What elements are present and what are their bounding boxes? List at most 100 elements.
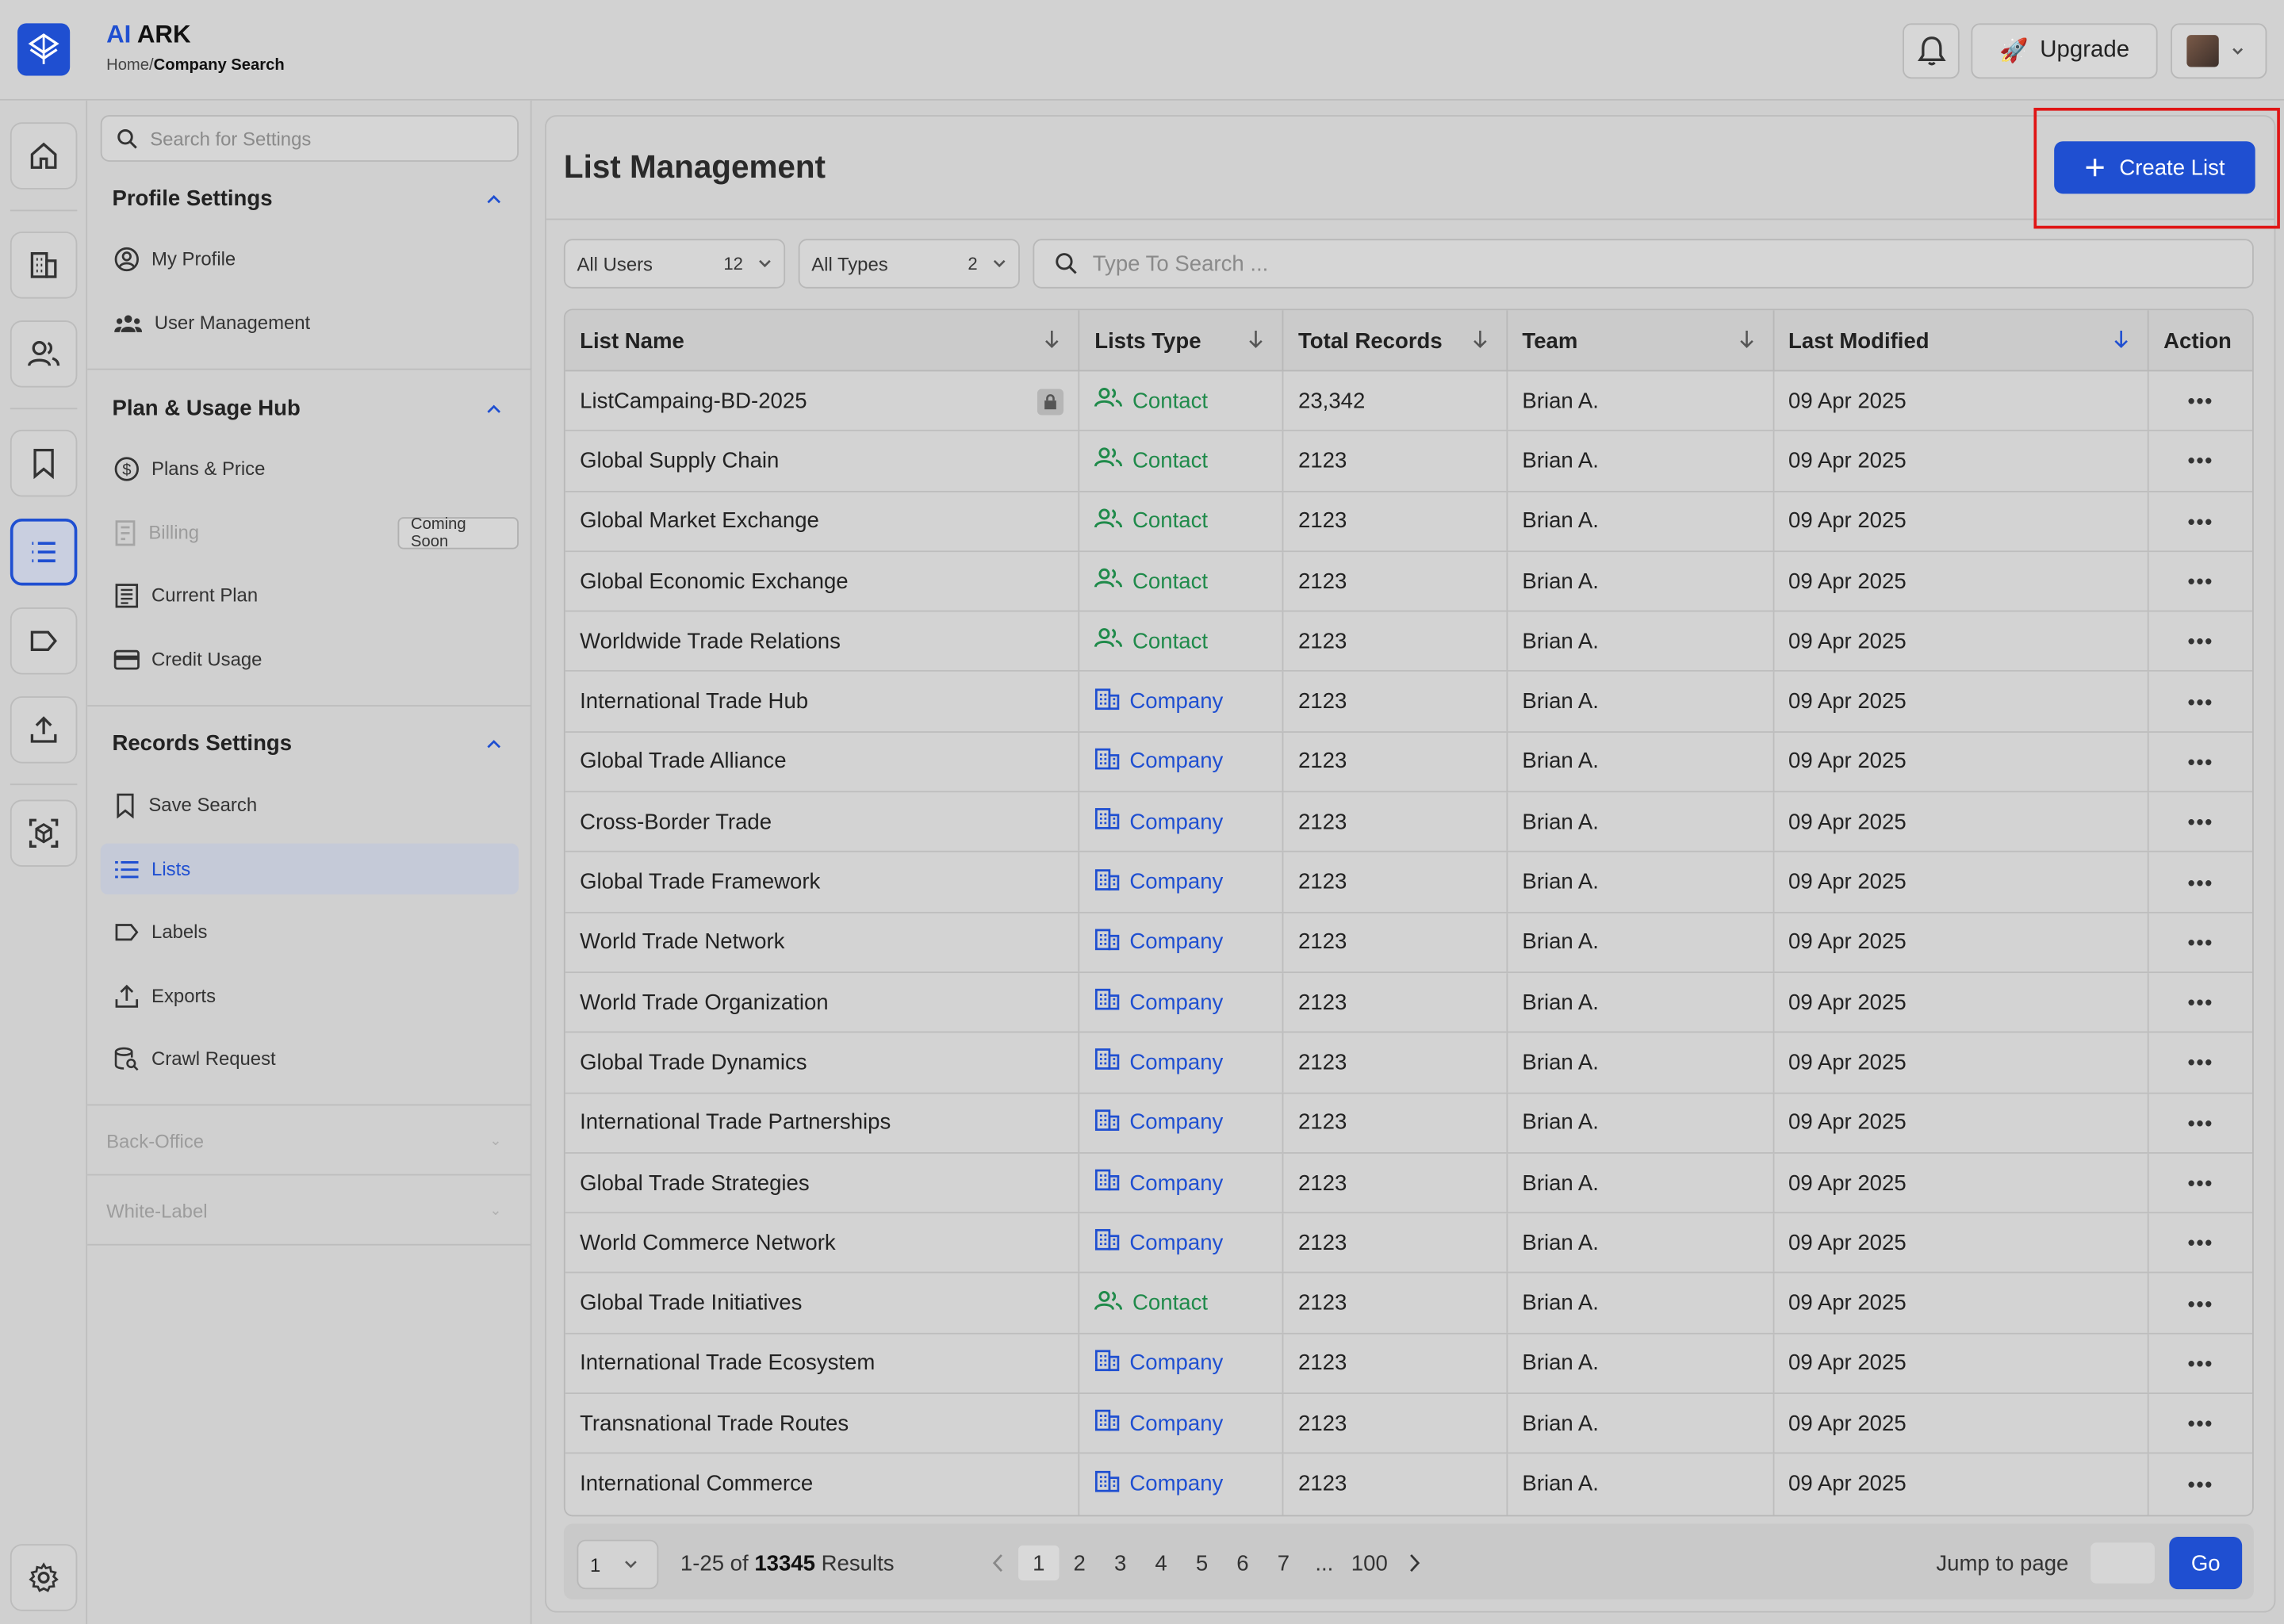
profile-menu-button[interactable] [2171, 23, 2267, 79]
rail-settings-button[interactable] [10, 1544, 78, 1611]
chevron-down-icon[interactable]: ⌄ [489, 1133, 501, 1149]
cell-list-name[interactable]: World Trade Organization [565, 973, 1080, 1032]
chevron-left-icon[interactable] [978, 1545, 1018, 1580]
jump-page-input[interactable] [2090, 1542, 2155, 1584]
table-row[interactable]: World Trade Network Company 2123 Brian A. 09… [565, 913, 2253, 974]
more-actions-icon[interactable]: ••• [2188, 1051, 2214, 1074]
chevron-right-icon[interactable] [1394, 1545, 1435, 1580]
more-actions-icon[interactable]: ••• [2188, 569, 2214, 592]
table-row[interactable]: Global Market Exchange Contact 2123 Brian A… [565, 492, 2253, 553]
column-list-name[interactable]: List Name [565, 310, 1080, 372]
list-search-input[interactable]: Type To Search ... [1033, 239, 2254, 289]
page-number[interactable]: 2 [1059, 1545, 1099, 1580]
chevron-up-icon[interactable] [481, 731, 507, 757]
table-row[interactable]: International Commerce Company 2123 Brian A… [565, 1454, 2253, 1515]
app-logo[interactable] [17, 23, 71, 76]
sidebar-item-labels[interactable]: Labels [101, 906, 519, 957]
arrow-down-icon[interactable] [2113, 329, 2130, 350]
settings-search-input[interactable]: Search for Settings [100, 115, 519, 162]
rail-export-button[interactable] [10, 696, 78, 764]
page-number[interactable]: 6 [1222, 1545, 1263, 1580]
sidebar-item-save-search[interactable]: Save Search [101, 779, 519, 830]
cell-list-name[interactable]: Global Trade Framework [565, 852, 1080, 912]
more-actions-icon[interactable]: ••• [2188, 1411, 2214, 1434]
table-row[interactable]: Worldwide Trade Relations Contact 2123 Bria… [565, 611, 2253, 672]
cell-list-name[interactable]: International Commerce [565, 1454, 1080, 1515]
column-total-records[interactable]: Total Records [1284, 310, 1508, 372]
rail-saved-button[interactable] [10, 429, 78, 497]
cell-list-name[interactable]: Global Supply Chain [565, 431, 1080, 491]
back-office-section[interactable]: Back-Office [106, 1131, 204, 1153]
cell-list-name[interactable]: Global Trade Dynamics [565, 1032, 1080, 1092]
chevron-up-icon[interactable] [481, 186, 507, 213]
sidebar-item-crawl-request[interactable]: Crawl Request [101, 1032, 519, 1083]
cell-list-name[interactable]: International Trade Hub [565, 672, 1080, 731]
cell-list-name[interactable]: International Trade Partnerships [565, 1093, 1080, 1152]
page-number[interactable]: 7 [1263, 1545, 1304, 1580]
cell-list-name[interactable]: Global Trade Alliance [565, 732, 1080, 791]
page-number[interactable]: 4 [1140, 1545, 1181, 1580]
more-actions-icon[interactable]: ••• [2188, 871, 2214, 894]
sidebar-item-plans-price[interactable]: $ Plans & Price [101, 442, 519, 493]
cell-list-name[interactable]: Worldwide Trade Relations [565, 611, 1080, 671]
more-actions-icon[interactable]: ••• [2188, 1111, 2214, 1134]
arrow-down-icon[interactable] [1471, 329, 1489, 350]
table-row[interactable]: Global Trade Framework Company 2123 Brian A… [565, 852, 2253, 914]
rail-people-button[interactable] [10, 320, 78, 388]
page-number[interactable]: 1 [1018, 1545, 1060, 1581]
rail-ai-button[interactable] [10, 799, 78, 868]
table-row[interactable]: Cross-Border Trade Company 2123 Brian A. 09 … [565, 792, 2253, 853]
upgrade-button[interactable]: 🚀 Upgrade [1971, 23, 2158, 79]
page-number[interactable]: 3 [1100, 1545, 1140, 1580]
table-row[interactable]: Global Economic Exchange Contact 2123 Brian… [565, 552, 2253, 612]
more-actions-icon[interactable]: ••• [2188, 930, 2214, 953]
table-row[interactable]: International Trade Hub Company 2123 Brian … [565, 672, 2253, 733]
cell-list-name[interactable]: World Trade Network [565, 913, 1080, 972]
sidebar-item-credit-usage[interactable]: Credit Usage [101, 634, 519, 684]
more-actions-icon[interactable]: ••• [2188, 509, 2214, 532]
more-actions-icon[interactable]: ••• [2188, 690, 2214, 713]
arrow-down-icon[interactable] [1044, 329, 1061, 350]
table-row[interactable]: World Trade Organization Company 2123 Brian… [565, 973, 2253, 1033]
users-filter-select[interactable]: All Users 12 [563, 239, 786, 289]
column-last-modified[interactable]: Last Modified [1774, 310, 2149, 372]
more-actions-icon[interactable]: ••• [2188, 1352, 2214, 1375]
rail-company-button[interactable] [10, 232, 78, 299]
page-number[interactable]: 5 [1182, 1545, 1222, 1580]
sidebar-item-current-plan[interactable]: Current Plan [101, 569, 519, 620]
table-row[interactable]: Global Trade Strategies Company 2123 Brian … [565, 1153, 2253, 1214]
column-team[interactable]: Team [1508, 310, 1774, 372]
chevron-down-icon[interactable]: ⌄ [489, 1203, 501, 1219]
rail-home-button[interactable] [10, 122, 78, 190]
table-row[interactable]: International Trade Partnerships Company 2… [565, 1093, 2253, 1154]
notifications-button[interactable] [1903, 23, 1960, 79]
table-row[interactable]: Transnational Trade Routes Company 2123 Bri… [565, 1394, 2253, 1454]
table-row[interactable]: Global Supply Chain Contact 2123 Brian A. 09… [565, 431, 2253, 492]
cell-list-name[interactable]: International Trade Ecosystem [565, 1334, 1080, 1393]
rail-labels-button[interactable] [10, 607, 78, 675]
rail-lists-button[interactable] [10, 518, 78, 586]
more-actions-icon[interactable]: ••• [2188, 389, 2214, 412]
cell-list-name[interactable]: Global Market Exchange [565, 492, 1080, 551]
sidebar-item-user-management[interactable]: User Management [101, 297, 519, 348]
types-filter-select[interactable]: All Types 2 [798, 239, 1020, 289]
table-row[interactable]: Global Trade Initiatives Contact 2123 Brian… [565, 1274, 2253, 1335]
more-actions-icon[interactable]: ••• [2188, 990, 2214, 1013]
cell-list-name[interactable]: World Commerce Network [565, 1213, 1080, 1273]
arrow-down-icon[interactable] [1247, 329, 1265, 350]
page-size-select[interactable]: 1 [577, 1539, 659, 1590]
cell-list-name[interactable]: Cross-Border Trade [565, 792, 1080, 852]
more-actions-icon[interactable]: ••• [2188, 750, 2214, 773]
sidebar-item-lists[interactable]: Lists [100, 843, 519, 894]
table-row[interactable]: Global Trade Alliance Company 2123 Brian A.… [565, 732, 2253, 793]
cell-list-name[interactable]: Transnational Trade Routes [565, 1394, 1080, 1454]
cell-list-name[interactable]: Global Trade Strategies [565, 1153, 1080, 1212]
white-label-section[interactable]: White-Label [106, 1201, 207, 1223]
cell-list-name[interactable]: Global Economic Exchange [565, 552, 1080, 611]
table-row[interactable]: World Commerce Network Company 2123 Brian A… [565, 1213, 2253, 1274]
more-actions-icon[interactable]: ••• [2188, 810, 2214, 833]
sidebar-item-my-profile[interactable]: My Profile [101, 233, 519, 284]
more-actions-icon[interactable]: ••• [2188, 630, 2214, 653]
breadcrumb-home[interactable]: Home/ [106, 57, 154, 75]
more-actions-icon[interactable]: ••• [2188, 1292, 2214, 1315]
